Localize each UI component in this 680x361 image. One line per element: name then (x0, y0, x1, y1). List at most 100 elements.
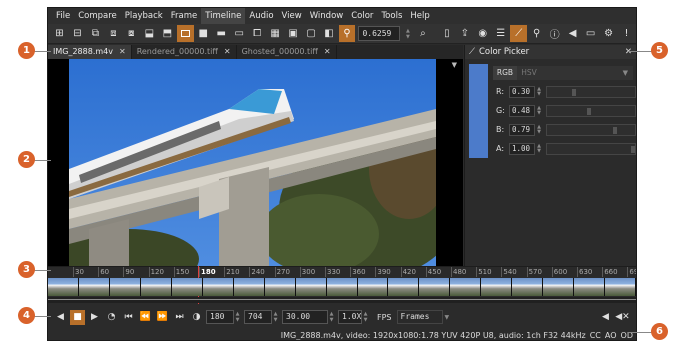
play-backward-icon[interactable]: ◀ (53, 310, 68, 325)
menu-item-help[interactable]: Help (406, 8, 433, 24)
channel-value-input[interactable]: 1.00 (509, 142, 535, 155)
channel-slider[interactable] (546, 142, 636, 155)
mute-icon[interactable]: ◀✕ (615, 310, 630, 325)
slider-knob[interactable] (631, 145, 635, 153)
thumbnail-strip[interactable] (48, 278, 636, 296)
color-adjust-icon[interactable]: ☰ (492, 25, 509, 42)
channel-stepper[interactable]: ▲ ▼ (536, 124, 542, 135)
layout-split-icon[interactable]: ⧠ (249, 25, 266, 42)
layout-stack-icon[interactable]: ▭ (231, 25, 248, 42)
info-icon[interactable]: ⓘ (546, 25, 563, 42)
audio-waveform[interactable] (48, 297, 636, 303)
compare-b-icon[interactable]: ⊟ (69, 25, 86, 42)
timer-icon[interactable]: ◑ (189, 310, 204, 325)
export-icon[interactable]: ⇪ (456, 25, 473, 42)
compare-wipe-icon[interactable]: ⧉ (87, 25, 104, 42)
ruler-tick (148, 267, 150, 277)
channel-stepper[interactable]: ▲ ▼ (536, 105, 542, 116)
end-frame-stepper[interactable]: ▲ ▼ (272, 311, 279, 323)
tab-hsv[interactable]: HSV (517, 66, 541, 80)
zoom-fit-button[interactable]: ⚲ (338, 25, 356, 42)
compare-a-icon[interactable]: ⊞ (51, 25, 68, 42)
close-tab-icon[interactable]: ✕ (224, 45, 231, 59)
slider-knob[interactable] (587, 107, 591, 115)
zoom-reset-icon[interactable]: ⌕ (414, 25, 431, 42)
files-icon[interactable]: ▯ (438, 25, 455, 42)
layout-two-icon[interactable]: ▬ (213, 25, 230, 42)
close-tab-icon[interactable]: ✕ (324, 45, 331, 59)
menu-item-audio[interactable]: Audio (245, 8, 277, 24)
menu-item-window[interactable]: Window (306, 8, 348, 24)
menu-item-view[interactable]: View (278, 8, 306, 24)
menu-item-playback[interactable]: Playback (121, 8, 167, 24)
channel-value-input[interactable]: 0.48 (509, 104, 535, 117)
file-tab[interactable]: Rendered_00000.tiff ✕ (132, 45, 237, 59)
channel-slider[interactable] (546, 104, 636, 117)
slider-knob[interactable] (572, 88, 576, 96)
close-icon[interactable]: ✕ (625, 45, 632, 59)
timeline-ruler[interactable]: 30 60 90 120 150 180 210 240 270 300 330 360 390 420 4… (48, 266, 636, 277)
step-back-icon[interactable]: ⏪ (138, 310, 153, 325)
video-viewer[interactable]: ▼ (48, 59, 463, 266)
layout-quad-icon[interactable]: ▣ (285, 25, 302, 42)
menu-item-color[interactable]: Color (347, 8, 377, 24)
zoom-input[interactable]: 0.6259 (358, 26, 401, 41)
close-tab-icon[interactable]: ✕ (119, 45, 126, 59)
compare-vertical-icon[interactable]: ⬒ (159, 25, 176, 42)
layout-single-button[interactable] (176, 25, 194, 42)
ruler-tick (123, 267, 125, 277)
current-frame-stepper[interactable]: ▲ ▼ (234, 311, 241, 323)
fps-field[interactable]: 30.00 (282, 310, 328, 324)
go-end-icon[interactable]: ⏭ (172, 310, 187, 325)
fps-stepper[interactable]: ▲ ▼ (328, 311, 335, 323)
compare-overlay-icon[interactable]: ⧈ (105, 25, 122, 42)
compare-horizontal-icon[interactable]: ⬓ (141, 25, 158, 42)
menu-item-file[interactable]: File (52, 8, 74, 24)
view-eye-icon[interactable]: ◉ (474, 25, 491, 42)
go-start-icon[interactable]: ⏮ (121, 310, 136, 325)
loop-icon[interactable]: ◔ (104, 310, 119, 325)
chevron-down-icon[interactable]: ▼ (623, 66, 628, 80)
volume-icon[interactable]: ◀ (598, 310, 613, 325)
display-icon[interactable]: ▭ (582, 25, 599, 42)
channel-slider[interactable] (546, 85, 636, 98)
end-frame-field[interactable]: 704 (244, 310, 272, 324)
channel-stepper[interactable]: ▲ ▼ (536, 86, 542, 97)
panel-title: Color Picker (478, 47, 530, 57)
play-forward-icon[interactable]: ▶ (87, 310, 102, 325)
time-mode-select[interactable]: Frames (396, 310, 443, 324)
speed-field[interactable]: 1.0X (338, 310, 362, 324)
layout-frame-icon[interactable]: ▢ (303, 25, 320, 42)
file-tab[interactable]: Ghosted_00000.tiff ✕ (237, 45, 337, 59)
slider-knob[interactable] (613, 126, 617, 134)
current-frame-field[interactable]: 180 (206, 310, 234, 324)
tab-rgb[interactable]: RGB (493, 66, 517, 80)
channel-value-input[interactable]: 0.30 (509, 85, 535, 98)
menu-item-frame[interactable]: Frame (167, 8, 201, 24)
channel-slider[interactable] (546, 123, 636, 136)
compare-difference-icon[interactable]: ⧇ (123, 25, 140, 42)
viewer-menu-icon[interactable]: ▼ (452, 61, 457, 69)
magnify-icon[interactable]: ⚲ (528, 25, 545, 42)
file-tab[interactable]: IMG_2888.m4v ✕ (48, 45, 132, 59)
channel-label: A: (496, 144, 505, 153)
cc-indicator[interactable]: CC (590, 331, 601, 340)
layout-grid-icon[interactable]: ▦ (267, 25, 284, 42)
menu-item-tools[interactable]: Tools (377, 8, 406, 24)
chevron-down-icon[interactable]: ▼ (445, 314, 450, 321)
speed-stepper[interactable]: ▲ ▼ (362, 311, 369, 323)
zoom-stepper[interactable]: ▲ ▼ (404, 28, 411, 40)
channel-value-input[interactable]: 0.79 (509, 123, 535, 136)
alert-icon[interactable]: ! (618, 25, 635, 42)
settings-icon[interactable]: ⚙ (600, 25, 617, 42)
stop-button[interactable]: ■ (70, 309, 85, 325)
ao-indicator[interactable]: AO (605, 331, 617, 340)
menu-item-compare[interactable]: Compare (74, 8, 121, 24)
layout-tile-icon[interactable]: ◧ (321, 25, 338, 42)
color-picker-button[interactable]: ⟋ (510, 25, 528, 42)
menu-item-timeline[interactable]: Timeline (201, 8, 246, 24)
audio-icon[interactable]: ◀ (564, 25, 581, 42)
step-forward-icon[interactable]: ⏩ (155, 310, 170, 325)
layout-fill-icon[interactable]: ■ (195, 25, 212, 42)
channel-stepper[interactable]: ▲ ▼ (536, 143, 542, 154)
